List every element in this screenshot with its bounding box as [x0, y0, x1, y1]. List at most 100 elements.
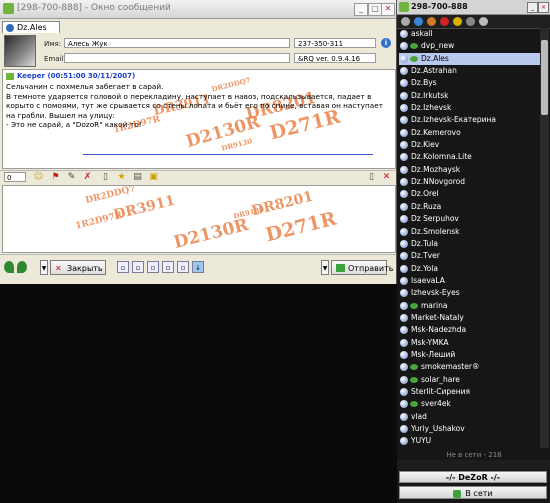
info-icon[interactable]: i	[381, 38, 391, 48]
contact-item[interactable]: Dz.Kiev	[399, 139, 540, 151]
email-label: Email:	[44, 55, 66, 63]
send-button[interactable]: Отправить	[331, 260, 393, 275]
name-field[interactable]: Алесь Жук	[64, 38, 290, 48]
star-icon[interactable]: ★	[116, 172, 127, 183]
send-options-dropdown[interactable]: ▼	[321, 260, 329, 275]
contacts-icon[interactable]: ▤	[132, 172, 143, 183]
contact-item[interactable]: Dz.Orel	[399, 188, 540, 200]
contact-list-scrollbar[interactable]	[540, 28, 549, 448]
contact-item[interactable]: Dz.Irkutsk	[399, 90, 540, 102]
avatar	[4, 35, 36, 67]
message-line: на грабли. Вышел на улицу:	[6, 110, 115, 120]
menu-icon[interactable]	[401, 17, 410, 26]
contact-item[interactable]: sver4ek	[399, 398, 540, 410]
format-icon[interactable]: ✎	[66, 172, 77, 183]
contact-name: Dz Serpuhov	[411, 214, 459, 224]
uin-field[interactable]: 237-350-311	[294, 38, 376, 48]
message-input[interactable]: DR2DDQ7 DR3911 1R2D97R D2130R DR8201 D27…	[2, 185, 396, 253]
contact-item[interactable]: Dz.Astrahan	[399, 65, 540, 77]
gear-icon[interactable]	[479, 17, 488, 26]
settings-icon[interactable]	[466, 17, 475, 26]
xstatus-icon	[410, 376, 418, 383]
close-icon: ✕	[55, 264, 62, 273]
history-forward-icon[interactable]	[17, 261, 27, 273]
contact-item[interactable]: Dz.Mozhaysk	[399, 164, 540, 176]
contact-item[interactable]: marina	[399, 300, 540, 312]
users-icon[interactable]	[414, 17, 423, 26]
send-button-label: Отправить	[348, 264, 394, 273]
contact-status-icon	[400, 276, 408, 285]
contact-item[interactable]: Dz.Ruza	[399, 201, 540, 213]
minimize-button[interactable]: _	[354, 3, 368, 16]
contact-status-icon	[400, 116, 408, 125]
contact-item[interactable]: Msk-YMKA	[399, 337, 540, 349]
message-history[interactable]: DR3911 DR8201 D2130R D271R 1R2D97R DR2DD…	[2, 69, 396, 169]
contact-status-icon	[400, 178, 408, 187]
contact-item[interactable]: Msk-Nadezhda	[399, 324, 540, 336]
contact-item[interactable]: Dz.Kemerovo	[399, 127, 540, 139]
contact-item[interactable]: Dz.Izhevsk-Екатерина	[399, 114, 540, 126]
contact-item[interactable]: Dz Serpuhov	[399, 213, 540, 225]
contact-item[interactable]: solar_hare	[399, 374, 540, 386]
contact-item[interactable]: YUYU	[399, 435, 540, 447]
contact-item[interactable]: dvp_new	[399, 40, 540, 52]
contact-item[interactable]: Dz.Yola	[399, 263, 540, 275]
contact-item[interactable]: IsaevaLA	[399, 275, 540, 287]
contact-name: Dz.Ales	[421, 53, 449, 63]
client-version-field[interactable]: &RQ ver. 0.9.4.16	[294, 53, 376, 63]
download-icon[interactable]: ↓	[192, 261, 204, 273]
scrollbar-thumb[interactable]	[541, 40, 548, 115]
contact-item[interactable]: smokemaster®	[399, 361, 540, 373]
contact-item[interactable]: vlad	[399, 411, 540, 423]
history-back-icon[interactable]	[4, 261, 14, 273]
close-button[interactable]: ✕ Закрыть	[50, 260, 106, 275]
contact-item[interactable]: Dz.Ales	[399, 52, 540, 66]
maximize-button[interactable]: □	[368, 3, 382, 16]
tab-bar: Dz.Ales	[0, 19, 396, 35]
spellcheck-icon[interactable]: ✗	[82, 172, 93, 183]
search-icon[interactable]	[427, 17, 436, 26]
contact-status-icon	[400, 375, 408, 384]
mail-icon[interactable]	[440, 17, 449, 26]
group-button[interactable]: -/- DeZoR -/-	[399, 471, 547, 483]
contact-item[interactable]: Dz.Izhevsk	[399, 102, 540, 114]
minimize-button[interactable]: _	[527, 2, 538, 13]
contact-item[interactable]: Dz.Kolomna.Lite	[399, 151, 540, 163]
contact-item[interactable]: askall	[399, 28, 540, 40]
grid-icon[interactable]: ▫	[147, 261, 159, 273]
contact-item[interactable]: Sterlit-Сирения	[399, 386, 540, 398]
contact-item[interactable]: Izhevsk-Eyes	[399, 287, 540, 299]
contact-list-titlebar[interactable]: 298-700-888 _ ✕	[397, 0, 550, 15]
document-icon[interactable]: ▯	[366, 172, 377, 183]
contact-item[interactable]: Dz.Tver	[399, 250, 540, 262]
contact-item[interactable]: Yuriy_Ushakov	[399, 423, 540, 435]
smiley-icon[interactable]: ☺	[33, 172, 44, 183]
contact-item[interactable]: Msk-Леший	[399, 349, 540, 361]
status-button[interactable]: В сети	[399, 486, 547, 499]
window-icon[interactable]: ▫	[177, 261, 189, 273]
file-icon[interactable]: ▯	[100, 172, 111, 183]
lock-icon[interactable]: ▣	[148, 172, 159, 183]
send-icon	[336, 264, 345, 272]
email-field[interactable]	[64, 53, 290, 63]
contact-item[interactable]: Dz.Tula	[399, 238, 540, 250]
contact-status-icon	[400, 227, 408, 236]
tile-icon[interactable]: ▫	[117, 261, 129, 273]
message-line: - Это не сарай, а "DozoR" какой-то!	[6, 120, 142, 129]
contact-status-icon	[400, 301, 408, 310]
contact-item[interactable]: Dz.Bys	[399, 77, 540, 89]
contact-item[interactable]: Market-Nataly	[399, 312, 540, 324]
contact-item[interactable]: Dz.NNovgorod	[399, 176, 540, 188]
sound-icon[interactable]	[453, 17, 462, 26]
clear-icon[interactable]: ✕	[381, 172, 392, 183]
flag-icon[interactable]: ⚑	[50, 172, 61, 183]
contact-name: Izhevsk-Eyes	[411, 288, 460, 298]
close-options-dropdown[interactable]: ▼	[40, 260, 48, 275]
message-window-titlebar[interactable]: [298-700-888] - Окно сообщений _ □ ✕	[0, 0, 396, 19]
layout-icon[interactable]: ▫	[162, 261, 174, 273]
split-icon[interactable]: ▫	[132, 261, 144, 273]
close-window-button[interactable]: ✕	[538, 2, 549, 13]
contact-item[interactable]: Dz.Smolensk	[399, 226, 540, 238]
close-window-button[interactable]: ✕	[381, 3, 395, 16]
tab-contact[interactable]: Dz.Ales	[2, 21, 60, 33]
